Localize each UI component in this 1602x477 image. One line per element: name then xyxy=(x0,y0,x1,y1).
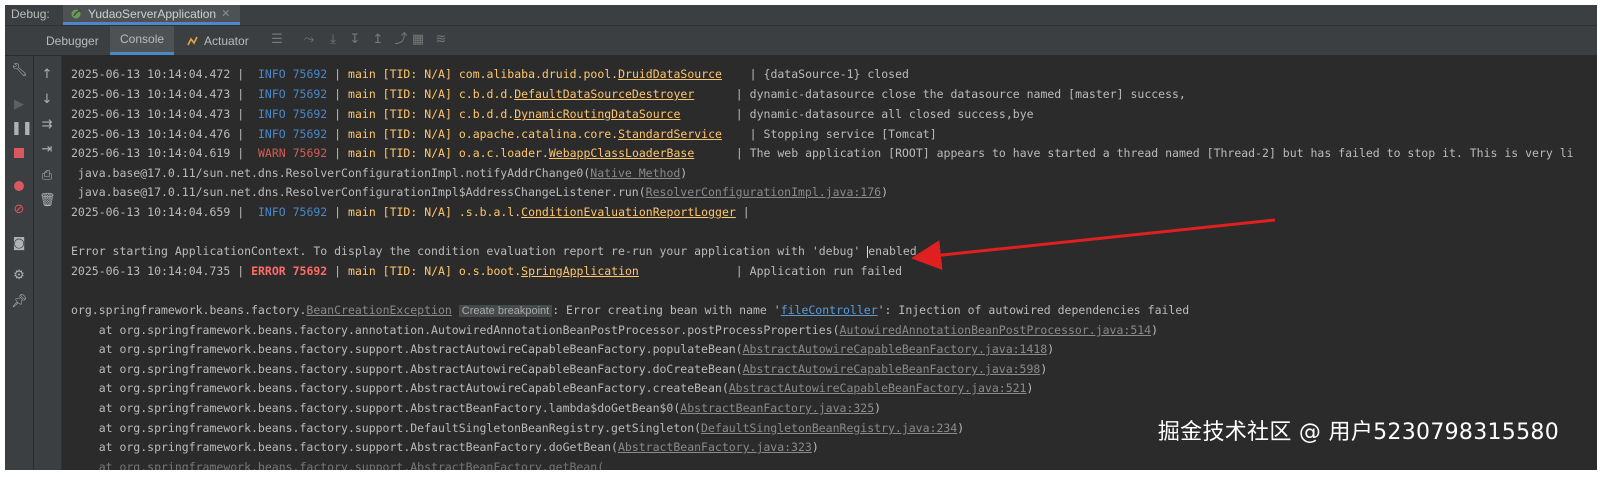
ide-window: Debug: YudaoServerApplication ✕ ↻ 🔧︎ ▶ ❚… xyxy=(5,5,1597,470)
annotation-arrow xyxy=(911,218,1276,271)
watermark: 掘金技术社区 @ 用户5230798315580 xyxy=(1157,420,1559,445)
